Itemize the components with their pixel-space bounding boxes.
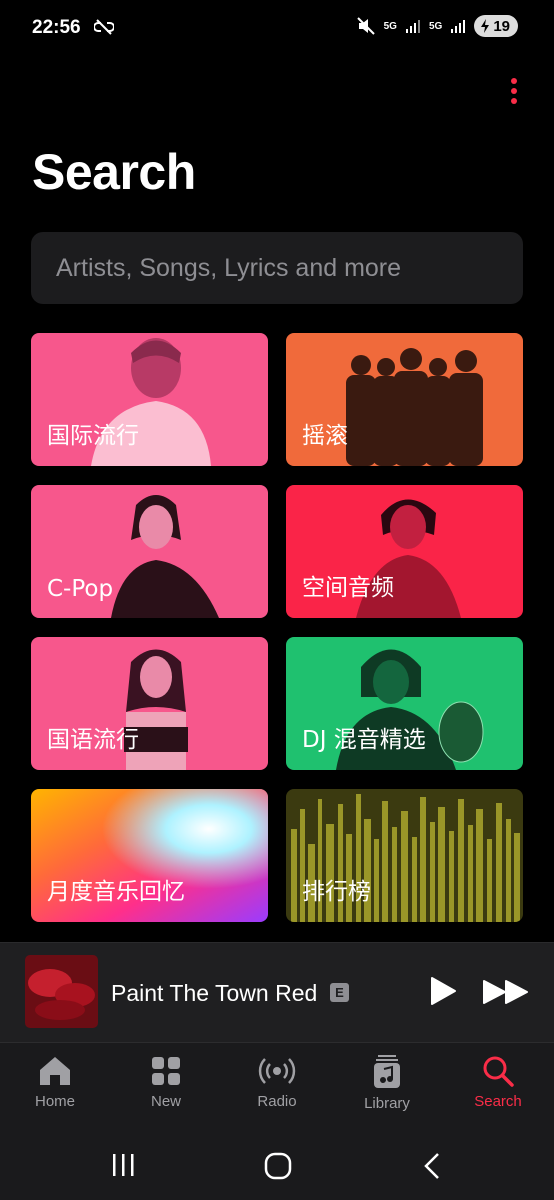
explicit-badge: E [330,983,349,1002]
library-icon [374,1055,400,1088]
charging-icon [481,19,490,33]
mini-player[interactable]: Paint The Town Red E [0,942,554,1042]
search-icon [483,1056,514,1087]
tab-library[interactable]: Library [337,1043,437,1139]
search-placeholder: Artists, Songs, Lyrics and more [56,253,402,282]
status-time: 22:56 [32,17,81,38]
status-icons: 5G 5G 19 [356,15,518,37]
network-label-2: 5G [428,20,443,32]
category-tile-mandarin-pop[interactable]: 国语流行 [31,637,268,770]
tab-label: New [150,1093,181,1110]
category-tile-international-pop[interactable]: 国际流行 [31,333,268,466]
fast-forward-icon[interactable] [482,978,530,1006]
tab-label: Radio [257,1093,297,1110]
grid-icon [152,1057,180,1085]
category-tile-charts[interactable]: 排行榜 [286,789,523,922]
category-tile-spatial-audio[interactable]: 空间音频 [286,485,523,618]
tab-search[interactable]: Search [448,1043,548,1139]
album-artwork [25,955,98,1028]
more-options-icon[interactable] [508,77,520,105]
home-button-icon[interactable] [264,1152,292,1180]
battery-level: 19 [493,17,510,35]
status-bar: 22:56 5G 5G 19 [0,0,554,58]
tab-label: Home [34,1093,75,1110]
tile-label: C-Pop [47,576,114,602]
tab-home[interactable]: Home [5,1043,105,1139]
tab-label: Search [474,1093,522,1110]
signal-icon-2 [451,20,466,33]
network-label-1: 5G [383,20,397,32]
tile-label: 排行榜 [302,879,371,905]
tile-label: 国语流行 [47,727,139,753]
tile-label: DJ 混音精选 [302,727,426,753]
link-off-icon [94,19,114,35]
play-icon[interactable] [428,976,458,1006]
mute-icon [356,17,375,35]
tile-label: 国际流行 [47,423,139,449]
tile-label: 空间音频 [302,575,394,601]
signal-icon [405,20,420,33]
battery-indicator: 19 [474,15,518,37]
search-input[interactable]: Artists, Songs, Lyrics and more [31,232,523,304]
category-tile-dj-mixes[interactable]: DJ 混音精选 [286,637,523,770]
category-tile-monthly-replay[interactable]: 月度音乐回忆 [31,789,268,922]
back-icon[interactable] [422,1152,442,1180]
category-tile-c-pop[interactable]: C-Pop [31,485,268,618]
tile-label: 摇滚 [302,423,348,449]
now-playing-title: Paint The Town Red [111,980,318,1006]
tab-new[interactable]: New [116,1043,216,1139]
tile-label: 月度音乐回忆 [47,879,185,905]
system-nav-bar [0,1138,554,1200]
tab-label: Library [364,1095,410,1112]
page-title: Search [32,144,196,200]
tab-bar: Home New Radio Library Search [0,1042,554,1138]
category-tile-rock[interactable]: 摇滚 [286,333,523,466]
home-icon [40,1057,70,1085]
tab-radio[interactable]: Radio [227,1043,327,1139]
radio-icon [258,1058,296,1084]
recent-apps-icon[interactable] [110,1152,136,1178]
